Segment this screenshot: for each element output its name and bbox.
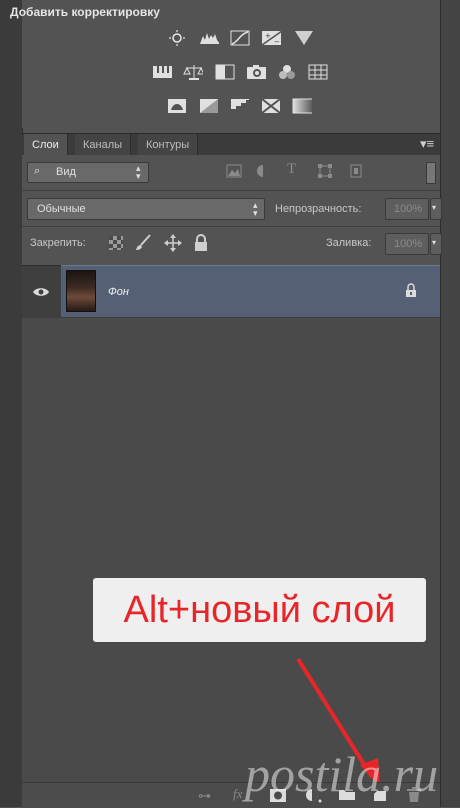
filter-toggle-switch[interactable] — [426, 162, 436, 184]
lock-move-icon[interactable] — [164, 234, 182, 257]
vibrance-icon[interactable] — [152, 64, 172, 80]
layer-name[interactable]: Фон — [108, 286, 129, 298]
blend-mode-select[interactable]: Обычные ▴ ▾ — [27, 198, 265, 220]
fx-icon[interactable]: fx — [233, 786, 242, 802]
stepper-icon: ▴ ▾ — [136, 163, 141, 181]
filter-type-icon[interactable]: T — [287, 161, 296, 178]
panel-menu-icon[interactable]: ▾≡ — [420, 136, 434, 152]
brightness-icon[interactable] — [167, 30, 187, 46]
opacity-value: 100% — [394, 203, 423, 215]
adjustments-title: Добавить корректировку — [10, 5, 160, 19]
exposure-icon[interactable]: + − — [261, 30, 281, 46]
photo-filter-icon[interactable] — [246, 64, 266, 80]
layer-lock-icon — [405, 283, 417, 303]
layer-thumbnail[interactable] — [66, 270, 96, 312]
fill-field[interactable]: 100% — [385, 233, 429, 255]
right-dock-strip — [440, 0, 460, 807]
divider — [22, 226, 440, 227]
opacity-label: Непрозрачность: — [275, 203, 362, 215]
blend-mode-value: Обычные — [37, 203, 86, 215]
divider — [22, 190, 440, 191]
posterize-icon[interactable] — [199, 98, 219, 114]
link-layers-icon[interactable]: ⊶ — [198, 788, 211, 804]
eye-icon[interactable] — [32, 285, 50, 303]
watermark: postila.ru — [245, 746, 439, 802]
lock-brush-icon[interactable] — [134, 234, 152, 257]
threshold-icon[interactable] — [230, 98, 250, 114]
svg-text:−: − — [274, 38, 280, 46]
tab-channels[interactable]: Каналы — [75, 134, 132, 156]
chevron-down-icon: ▾ — [432, 238, 437, 247]
opacity-dropdown-button[interactable]: ▾ — [430, 198, 442, 220]
gradient-map-triangle-icon[interactable] — [294, 30, 314, 46]
black-white-icon[interactable] — [215, 64, 235, 80]
color-balance-icon[interactable] — [183, 64, 203, 80]
left-toolbar-strip — [0, 0, 23, 807]
selective-color-icon[interactable] — [261, 98, 281, 114]
lock-transparent-icon[interactable] — [109, 236, 123, 255]
stepper-icon: ▴ ▾ — [253, 200, 258, 218]
opacity-field[interactable]: 100% — [385, 198, 429, 220]
gradient-map-icon[interactable] — [292, 98, 312, 114]
tab-layers[interactable]: Слои — [24, 134, 68, 156]
callout-label: Alt+новый слой — [93, 578, 426, 642]
layer-filter-select[interactable]: ⌕ Вид ▴ ▾ — [27, 162, 149, 183]
filter-pixel-icon[interactable] — [226, 164, 242, 183]
lock-all-icon[interactable] — [194, 234, 208, 257]
search-icon: ⌕ — [34, 165, 41, 177]
levels-icon[interactable] — [199, 30, 219, 46]
filter-adjustment-icon[interactable] — [256, 164, 270, 183]
color-lookup-icon[interactable] — [308, 64, 328, 80]
filter-shape-icon[interactable] — [318, 164, 332, 183]
chevron-down-icon: ▾ — [432, 203, 437, 212]
svg-text:+: + — [265, 32, 271, 40]
filter-kind-label: Вид — [56, 166, 76, 178]
curves-icon[interactable] — [230, 30, 250, 46]
lock-label: Закрепить: — [30, 237, 86, 249]
invert-icon[interactable] — [167, 98, 187, 114]
fill-value: 100% — [394, 238, 423, 250]
filter-smart-object-icon[interactable] — [349, 164, 363, 183]
fill-label: Заливка: — [326, 237, 372, 249]
channel-mixer-icon[interactable] — [277, 64, 297, 80]
fill-dropdown-button[interactable]: ▾ — [430, 233, 442, 255]
tab-paths[interactable]: Контуры — [138, 134, 199, 156]
